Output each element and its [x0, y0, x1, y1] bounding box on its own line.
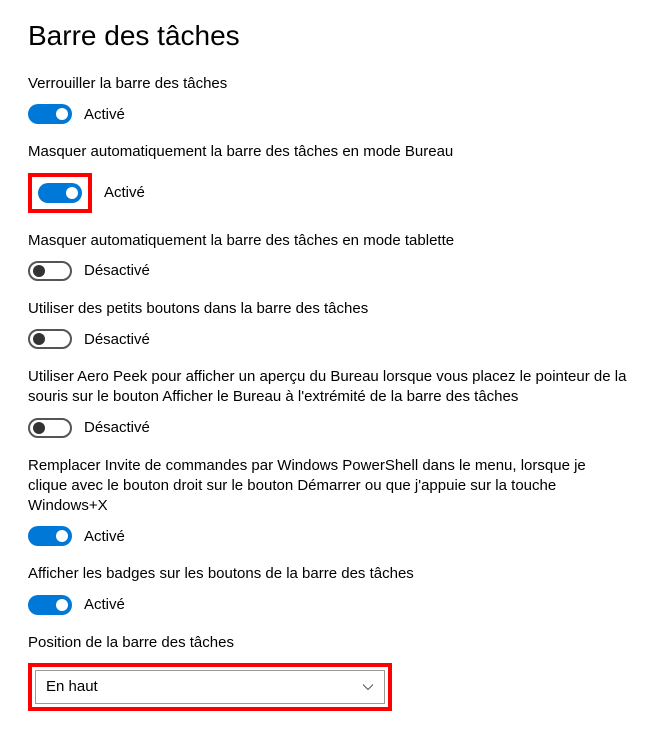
setting-label: Masquer automatiquement la barre des tâc…: [28, 231, 628, 251]
dropdown-value: En haut: [46, 678, 98, 695]
toggle-row: Activé: [28, 595, 636, 615]
toggle-status: Activé: [84, 528, 125, 545]
toggle-row: Activé: [28, 173, 636, 213]
toggle-badges[interactable]: [28, 595, 72, 615]
toggle-aero-peek[interactable]: [28, 418, 72, 438]
toggle-status: Désactivé: [84, 419, 150, 436]
setting-small-buttons: Utiliser des petits boutons dans la barr…: [28, 299, 636, 349]
setting-taskbar-position: Position de la barre des tâches En haut: [28, 633, 636, 711]
toggle-row: Désactivé: [28, 418, 636, 438]
toggle-autohide-desktop[interactable]: [38, 183, 82, 203]
setting-label: Utiliser des petits boutons dans la barr…: [28, 299, 628, 319]
toggle-row: Désactivé: [28, 329, 636, 349]
highlight-annotation: [28, 173, 92, 213]
taskbar-position-dropdown[interactable]: En haut: [35, 670, 385, 704]
chevron-down-icon: [362, 681, 374, 693]
setting-badges: Afficher les badges sur les boutons de l…: [28, 564, 636, 614]
toggle-status: Désactivé: [84, 262, 150, 279]
setting-powershell: Remplacer Invite de commandes par Window…: [28, 456, 636, 547]
toggle-status: Activé: [104, 184, 145, 201]
toggle-row: Activé: [28, 104, 636, 124]
page-title: Barre des tâches: [28, 20, 636, 52]
toggle-status: Activé: [84, 106, 125, 123]
setting-label: Remplacer Invite de commandes par Window…: [28, 456, 628, 517]
setting-label: Verrouiller la barre des tâches: [28, 74, 628, 94]
setting-lock-taskbar: Verrouiller la barre des tâches Activé: [28, 74, 636, 124]
setting-autohide-desktop: Masquer automatiquement la barre des tâc…: [28, 142, 636, 212]
toggle-autohide-tablet[interactable]: [28, 261, 72, 281]
toggle-small-buttons[interactable]: [28, 329, 72, 349]
toggle-status: Désactivé: [84, 331, 150, 348]
setting-label: Utiliser Aero Peek pour afficher un aper…: [28, 367, 628, 408]
highlight-annotation: En haut: [28, 663, 392, 711]
setting-autohide-tablet: Masquer automatiquement la barre des tâc…: [28, 231, 636, 281]
toggle-lock-taskbar[interactable]: [28, 104, 72, 124]
setting-label: Masquer automatiquement la barre des tâc…: [28, 142, 628, 162]
setting-label: Afficher les badges sur les boutons de l…: [28, 564, 628, 584]
toggle-powershell[interactable]: [28, 526, 72, 546]
setting-aero-peek: Utiliser Aero Peek pour afficher un aper…: [28, 367, 636, 438]
toggle-status: Activé: [84, 596, 125, 613]
toggle-row: Activé: [28, 526, 636, 546]
toggle-row: Désactivé: [28, 261, 636, 281]
setting-label: Position de la barre des tâches: [28, 633, 628, 653]
